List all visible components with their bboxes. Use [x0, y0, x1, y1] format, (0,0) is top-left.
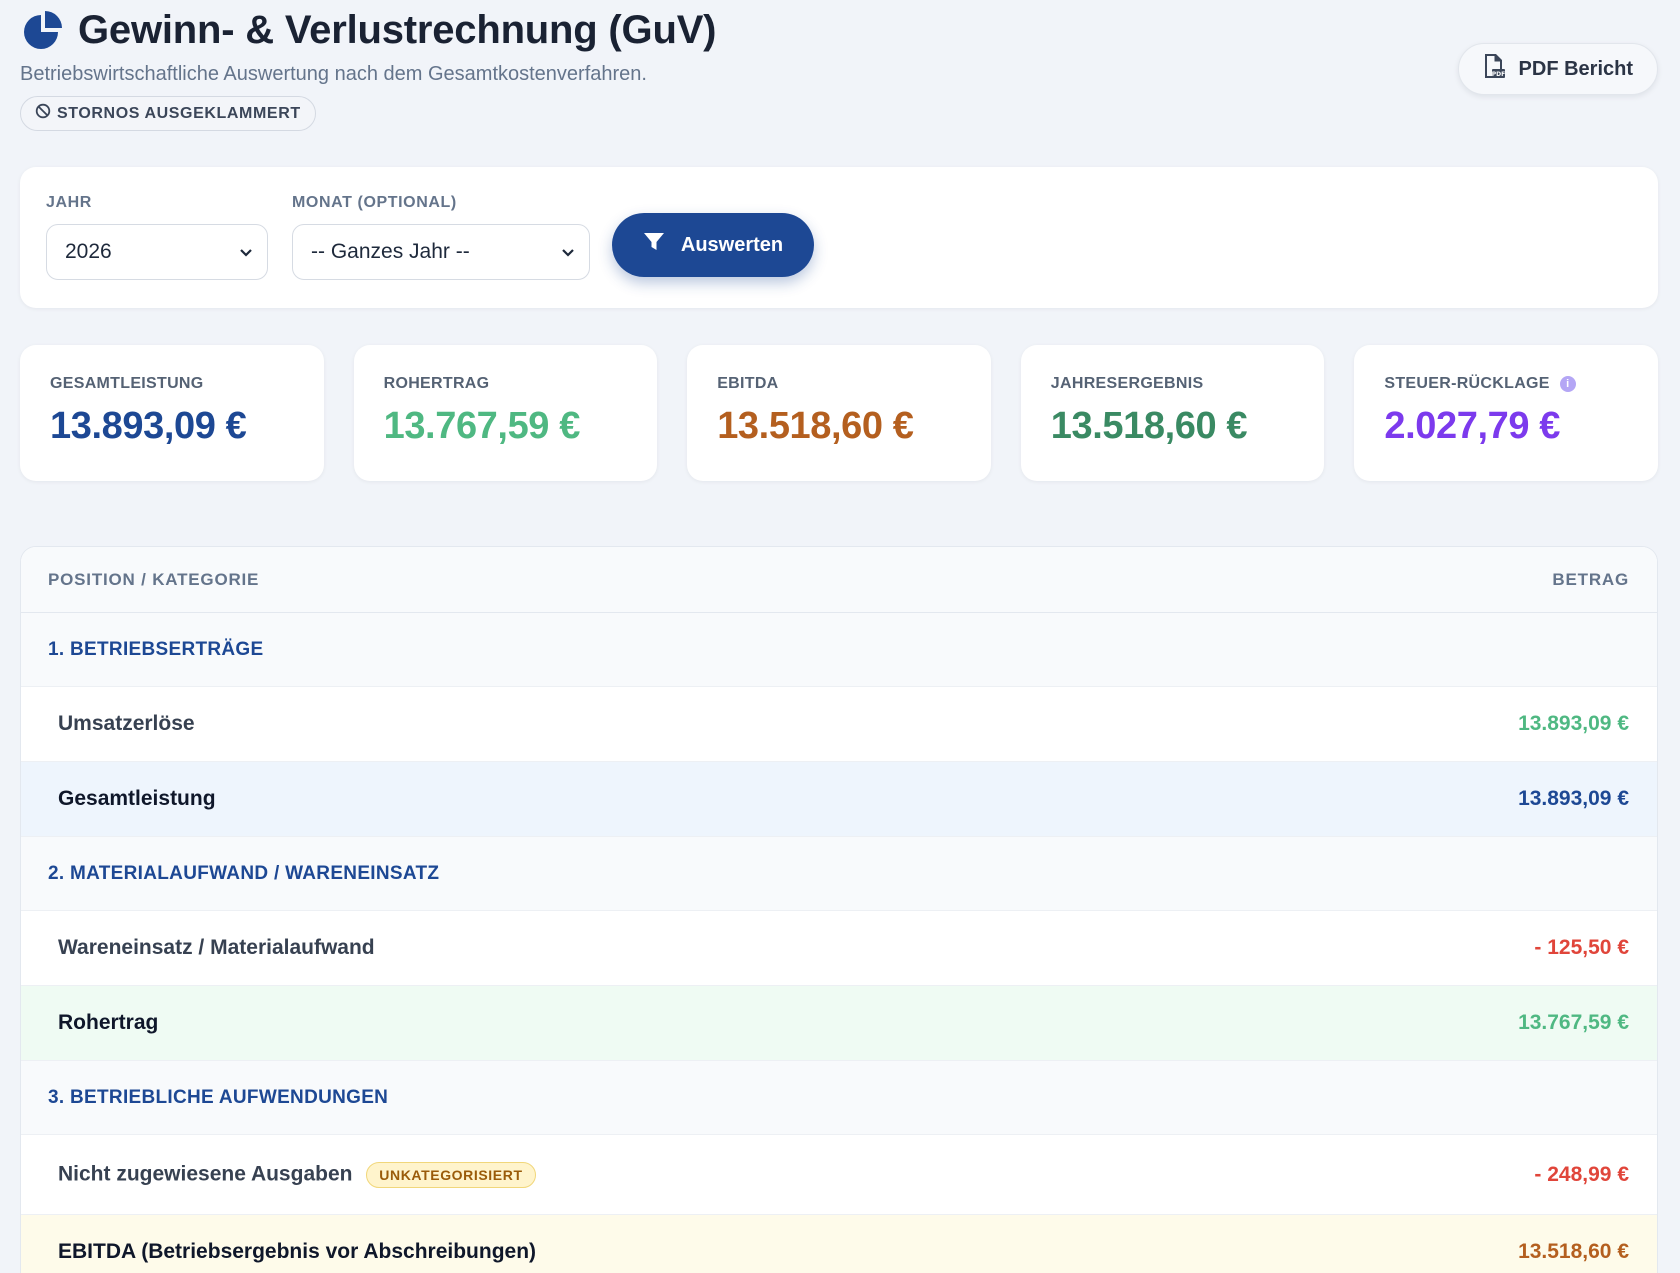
- year-label: JAHR: [46, 194, 92, 211]
- row-amount: 13.518,60 €: [1518, 1240, 1629, 1263]
- row-label: Gesamtleistung: [58, 787, 216, 810]
- kpi-label: GESAMTLEISTUNG: [50, 375, 204, 392]
- kpi-label: STEUER-RÜCKLAGE: [1384, 375, 1550, 392]
- section-row: 3. BETRIEBLICHE AUFWENDUNGEN: [21, 1061, 1657, 1135]
- kpi-card-rohertrag: ROHERTRAG 13.767,59 €: [353, 345, 658, 481]
- month-label: MONAT (OPTIONAL): [292, 194, 457, 211]
- section-title: 2. MATERIALAUFWAND / WARENEINSATZ: [48, 862, 440, 884]
- evaluate-button[interactable]: Auswerten: [612, 213, 814, 277]
- kpi-label: JAHRESERGEBNIS: [1050, 375, 1204, 392]
- chevron-down-icon: [561, 240, 575, 264]
- uncategorized-badge: UNKATEGORISIERT: [366, 1161, 536, 1188]
- page-header: Gewinn- & Verlustrechnung (GuV) Betriebs…: [20, 8, 1660, 138]
- storno-badge-label: STORNOS AUSGEKLAMMERT: [57, 104, 301, 122]
- kpi-label: ROHERTRAG: [383, 375, 490, 392]
- year-select[interactable]: 2026: [46, 224, 268, 280]
- kpi-card-ebitda: EBITDA 13.518,60 €: [687, 345, 991, 481]
- subtotal-row: Gesamtleistung 13.893,09 €: [21, 762, 1657, 837]
- table-header: POSITION / KATEGORIE BETRAG: [21, 547, 1657, 613]
- storno-badge: STORNOS AUSGEKLAMMERT: [20, 96, 316, 131]
- kpi-value: 13.893,09 €: [50, 405, 247, 447]
- pdf-file-icon: PDF: [1483, 53, 1505, 85]
- filter-icon: [643, 232, 665, 258]
- row-label: Wareneinsatz / Materialaufwand: [58, 936, 375, 959]
- kpi-row: GESAMTLEISTUNG 13.893,09 € ROHERTRAG 13.…: [20, 345, 1658, 481]
- month-select[interactable]: -- Ganzes Jahr --: [292, 224, 590, 280]
- row-label: Rohertrag: [58, 1011, 159, 1034]
- page-subtitle: Betriebswirtschaftliche Auswertung nach …: [20, 63, 647, 85]
- row-label: EBITDA (Betriebsergebnis vor Abschreibun…: [58, 1240, 537, 1263]
- kpi-label-row: STEUER-RÜCKLAGE i: [1384, 375, 1628, 393]
- kpi-label: EBITDA: [717, 375, 779, 392]
- kpi-value: 13.767,59 €: [383, 405, 581, 447]
- section-row: 1. BETRIEBSERTRÄGE: [21, 613, 1657, 687]
- row-amount: 13.893,09 €: [1518, 712, 1629, 735]
- evaluate-button-label: Auswerten: [680, 233, 784, 256]
- kpi-card-gesamtleistung: GESAMTLEISTUNG 13.893,09 €: [20, 345, 324, 481]
- subtotal-row: Rohertrag 13.767,59 €: [21, 986, 1657, 1061]
- month-select-value: -- Ganzes Jahr --: [311, 240, 470, 263]
- ban-icon: [35, 103, 51, 124]
- row-label: Umsatzerlöse: [58, 712, 195, 735]
- row-amount: - 125,50 €: [1534, 936, 1629, 959]
- section-title: 1. BETRIEBSERTRÄGE: [48, 638, 264, 660]
- table-row: Umsatzerlöse 13.893,09 €: [21, 687, 1657, 762]
- table-row: Nicht zugewiesene Ausgaben UNKATEGORISIE…: [21, 1135, 1657, 1215]
- row-amount: 13.893,09 €: [1518, 787, 1629, 810]
- pdf-report-label: PDF Bericht: [1518, 57, 1633, 80]
- row-amount: 13.767,59 €: [1518, 1011, 1629, 1034]
- svg-text:PDF: PDF: [1491, 71, 1504, 78]
- section-title: 3. BETRIEBLICHE AUFWENDUNGEN: [48, 1086, 389, 1108]
- kpi-card-steuer-ruecklage: STEUER-RÜCKLAGE i 2.027,79 €: [1354, 345, 1658, 481]
- year-select-value: 2026: [65, 240, 112, 263]
- filter-panel: JAHR 2026 MONAT (OPTIONAL) -- Ganzes Jah…: [20, 167, 1658, 308]
- row-label: Nicht zugewiesene Ausgaben: [58, 1162, 353, 1186]
- column-header-amount: BETRAG: [1552, 569, 1629, 589]
- row-label-group: Nicht zugewiesene Ausgaben UNKATEGORISIE…: [58, 1161, 536, 1188]
- kpi-value: 13.518,60 €: [1050, 405, 1248, 447]
- section-row: 2. MATERIALAUFWAND / WARENEINSATZ: [21, 837, 1657, 911]
- subtotal-row: EBITDA (Betriebsergebnis vor Abschreibun…: [21, 1215, 1657, 1273]
- guv-table: POSITION / KATEGORIE BETRAG 1. BETRIEBSE…: [20, 546, 1658, 1273]
- pie-chart-icon: [20, 9, 64, 53]
- table-row: Wareneinsatz / Materialaufwand - 125,50 …: [21, 911, 1657, 986]
- row-amount: - 248,99 €: [1534, 1162, 1629, 1186]
- page-title: Gewinn- & Verlustrechnung (GuV): [78, 8, 717, 52]
- pdf-report-button[interactable]: PDF PDF Bericht: [1457, 43, 1658, 95]
- kpi-value: 2.027,79 €: [1384, 405, 1560, 447]
- column-header-position: POSITION / KATEGORIE: [48, 569, 260, 589]
- kpi-value: 13.518,60 €: [717, 405, 914, 447]
- kpi-card-jahresergebnis: JAHRESERGEBNIS 13.518,60 €: [1020, 345, 1325, 481]
- chevron-down-icon: [239, 240, 253, 264]
- info-icon[interactable]: i: [1559, 376, 1576, 392]
